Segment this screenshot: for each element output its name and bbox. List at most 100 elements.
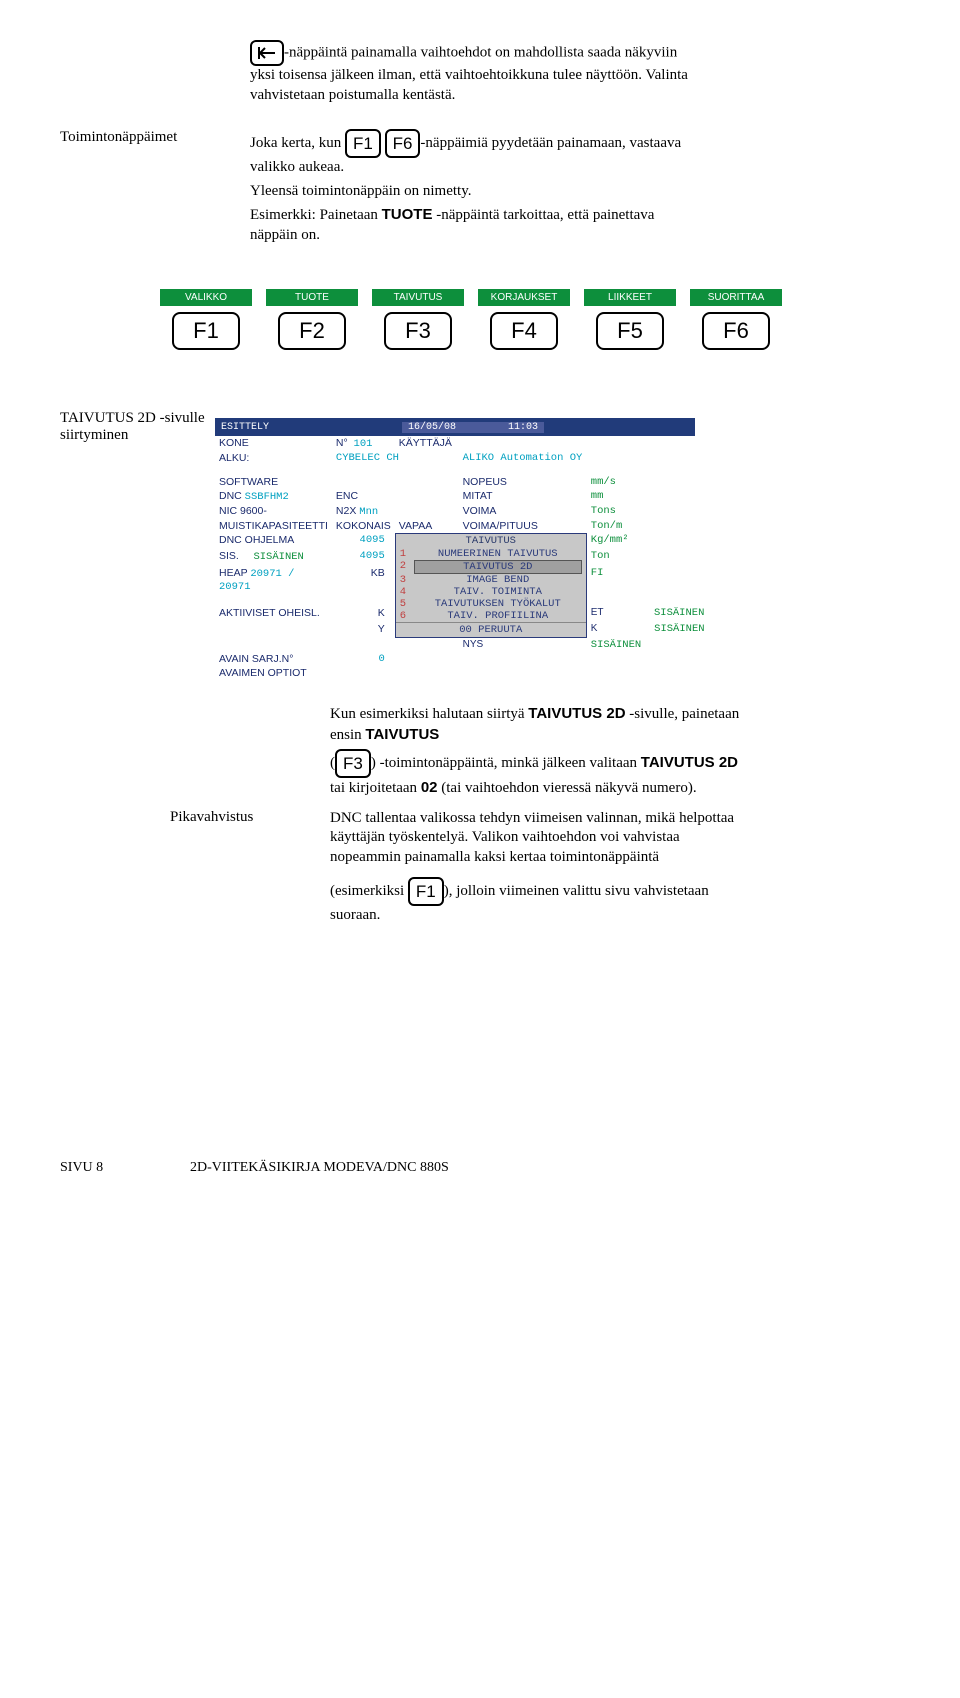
function-keys-desc: Joka kerta, kun F1 F6-näppäimiä pyydetää…: [250, 129, 690, 249]
s4-p2c: tai kirjoitetaan: [330, 780, 421, 796]
r-avain-v: 0: [332, 652, 395, 666]
hdr-time: 11:03: [508, 422, 538, 433]
f6-key-icon: F6: [385, 129, 421, 158]
s4-p2b: ) -toimintonäppäintä, minkä jälkeen vali…: [371, 755, 641, 771]
s4-taiv2d: TAIVUTUS 2D: [528, 705, 625, 722]
dnc-screenshot: ESITTELY 16/05/08 11:03 KONE N° 101 KÄYT…: [215, 418, 695, 680]
r-nys: NYS: [463, 639, 484, 650]
f4-big-key: F4: [490, 312, 558, 350]
popup-opt2-n: 2: [400, 560, 414, 574]
pikavahvistus-label: Pikavahvistus: [170, 809, 330, 930]
tab-liikkeet: LIIKKEET: [584, 289, 676, 306]
f1-big-key: F1: [172, 312, 240, 350]
s5-p2a: (esimerkiksi: [330, 883, 408, 899]
section5-paragraph: DNC tallentaa valikossa tehdyn viimeisen…: [330, 809, 750, 930]
popup-opt1: NUMEERINEN TAIVUTUS: [414, 548, 582, 560]
page-footer: SIVU 8 2D-VIITEKÄSIKIRJA MODEVA/DNC 880S: [60, 1160, 900, 1176]
tuote-bold: TUOTE: [382, 206, 433, 223]
r-muisti: MUISTIKAPASITEETTI: [215, 519, 332, 533]
popup-opt4: TAIV. TOIMINTA: [414, 586, 582, 598]
popup-footer: 00 PERUUTA: [396, 622, 586, 637]
r-kayttaja: KÄYTTÄJÄ: [395, 436, 587, 451]
intro-paragraph: -näppäintä painamalla vaihtoehdot on mah…: [250, 40, 690, 105]
s4-taiv: TAIVUTUS: [365, 726, 439, 743]
popup-opt4-n: 4: [400, 586, 414, 598]
r-ton: Ton: [587, 549, 709, 566]
fk-p2: Yleensä toimintonäppäin on nimetty.: [250, 182, 690, 202]
r-vapaa: VAPAA: [395, 519, 459, 533]
f2-big-key: F2: [278, 312, 346, 350]
section4-paragraph: Kun esimerkiksi halutaan siirtyä TAIVUTU…: [330, 704, 750, 803]
popup-opt3: IMAGE BEND: [414, 574, 582, 586]
r-mitat-u: mm: [587, 489, 709, 504]
f3-key-icon: F3: [335, 749, 371, 778]
r-kokonais: KOKONAIS: [332, 519, 395, 533]
f3-big-key: F3: [384, 312, 452, 350]
popup-opt6-n: 6: [400, 610, 414, 622]
popup-opt5-n: 5: [400, 598, 414, 610]
tab-suorittaa: SUORITTAA: [690, 289, 782, 306]
r-kv: K: [591, 623, 598, 634]
s5-p1: DNC tallentaa valikossa tehdyn viimeisen…: [330, 809, 750, 868]
tab-tuote: TUOTE: [266, 289, 358, 306]
popup-opt2: TAIVUTUS 2D: [414, 560, 582, 574]
r-kr3: SISÄINEN: [587, 638, 709, 652]
r-nopeus-u: mm/s: [587, 475, 709, 489]
s4-p2d: (tai vaihtoehdon vieressä näkyvä numero)…: [438, 780, 697, 796]
s4-p1a: Kun esimerkiksi halutaan siirtyä: [330, 706, 528, 722]
r-kg: Kg/mm²: [587, 533, 709, 549]
r-voimapituus: VOIMA/PITUUS: [459, 519, 587, 533]
tab-key-icon: [250, 40, 284, 66]
r-aliko: ALIKO Automation OY: [459, 451, 709, 465]
tab-taivutus: TAIVUTUS: [372, 289, 464, 306]
r-alku-v: CYBELEC CH: [332, 451, 459, 465]
fk-p3a: Esimerkki: Painetaan: [250, 207, 382, 223]
r-y-cell: Y: [332, 622, 395, 638]
r-sis-v: SISÄINEN: [253, 551, 303, 563]
r-kr2: SISÄINEN: [654, 623, 704, 635]
r-fi: FI: [587, 566, 709, 598]
manual-title: 2D-VIITEKÄSIKIRJA MODEVA/DNC 880S: [190, 1160, 449, 1176]
r-dncohj: DNC OHJELMA: [215, 533, 332, 549]
popup-title: TAIVUTUS: [396, 534, 586, 548]
r-voimapituus-u: Ton/m: [587, 519, 709, 533]
r-avain: AVAIN SARJ.N°: [215, 652, 332, 666]
r-voima: VOIMA: [459, 504, 587, 519]
r-kb: KB: [332, 566, 395, 598]
r-dnc-v: SSBFHM2: [245, 491, 289, 503]
r-et: ET: [591, 607, 604, 618]
r-sis: SIS.: [219, 550, 239, 562]
r-alku: ALKU:: [215, 451, 332, 465]
r-dncohj-v: 4095: [332, 533, 395, 549]
r-enc: ENC: [332, 489, 395, 504]
popup-opt3-n: 3: [400, 574, 414, 586]
r-nic: NIC 9600-: [215, 504, 332, 519]
s4-02: 02: [421, 779, 438, 796]
r-n2x-v: Mnn: [359, 506, 378, 518]
popup-opt6: TAIV. PROFIILINA: [414, 610, 582, 622]
r-mitat: MITAT: [459, 489, 587, 504]
r-k-cell: K: [332, 606, 395, 622]
r-kone-v: 101: [354, 438, 373, 450]
tab-valikko: VALIKKO: [160, 289, 252, 306]
function-keys-label: Toimintonäppäimet: [60, 129, 250, 249]
intro-text: -näppäintä painamalla vaihtoehdot on mah…: [250, 44, 688, 102]
s4-taiv2d-2: TAIVUTUS 2D: [641, 754, 738, 771]
f1-key-icon: F1: [345, 129, 381, 158]
taivutus-popup: TAIVUTUS 1NUMEERINEN TAIVUTUS 2TAIVUTUS …: [395, 533, 587, 638]
r-akt: AKTIIVISET OHEISL.: [215, 606, 332, 622]
r-nopeus: NOPEUS: [459, 475, 587, 489]
r-n2x: N2X: [336, 505, 356, 517]
r-kr1: SISÄINEN: [654, 607, 704, 619]
f5-big-key: F5: [596, 312, 664, 350]
page-number: SIVU 8: [60, 1160, 190, 1176]
hdr-date: 16/05/08: [408, 422, 456, 433]
r-software: SOFTWARE: [215, 475, 332, 489]
f1-key-icon-2: F1: [408, 877, 444, 906]
r-avaimen: AVAIMEN OPTIOT: [215, 666, 709, 680]
popup-opt1-n: 1: [400, 548, 414, 560]
r-kone-n: N°: [336, 437, 348, 449]
r-heap: HEAP: [219, 567, 247, 579]
menu-tabs-bar: VALIKKO TUOTE TAIVUTUS KORJAUKSET LIIKKE…: [160, 289, 900, 306]
r-sis-n: 4095: [332, 549, 395, 566]
